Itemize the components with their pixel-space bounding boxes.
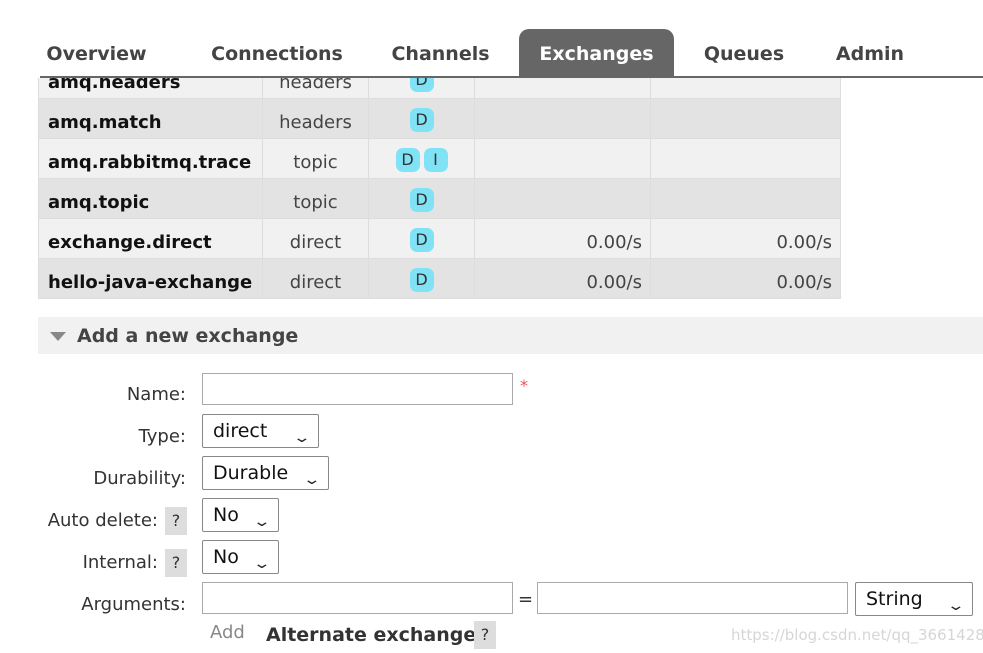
exchange-row: amq.match headers D — [38, 98, 841, 139]
exchange-features: D — [368, 218, 475, 259]
argument-value-input[interactable] — [537, 582, 848, 614]
exchange-type: headers — [262, 78, 369, 99]
exchange-type: direct — [262, 218, 369, 259]
add-exchange-section-toggle[interactable]: Add a new exchange — [38, 317, 983, 354]
internal-label: Internal: — [82, 552, 158, 573]
exchange-name-link[interactable]: exchange.direct — [38, 218, 263, 259]
main-tabs: Overview Connections Channels Exchanges … — [40, 29, 983, 78]
chevron-down-icon: ⌄ — [252, 556, 272, 572]
tab-overview[interactable]: Overview — [40, 29, 153, 76]
chevron-down-icon: ⌄ — [946, 598, 966, 614]
tab-channels[interactable]: Channels — [382, 29, 499, 76]
arguments-label: Arguments: — [81, 594, 186, 615]
tab-queues[interactable]: Queues — [696, 29, 792, 76]
chevron-down-icon: ⌄ — [302, 472, 322, 488]
exchange-features: DI — [368, 138, 475, 179]
auto-delete-select-value: No — [213, 504, 239, 526]
durability-select[interactable]: Durable ⌄ — [202, 456, 329, 490]
exchange-row: amq.headers headers D — [38, 78, 841, 99]
message-rate-in — [474, 178, 651, 219]
message-rate-out: 0.00/s — [650, 218, 841, 259]
message-rate-out: 0.00/s — [650, 258, 841, 299]
type-select[interactable]: direct ⌄ — [202, 414, 319, 448]
exchange-features: D — [368, 178, 475, 219]
exchange-features: D — [368, 98, 475, 139]
message-rate-out — [650, 138, 841, 179]
feature-badge: I — [423, 148, 448, 172]
name-input[interactable] — [202, 373, 513, 405]
exchange-name-link[interactable]: amq.topic — [38, 178, 263, 219]
tab-exchanges[interactable]: Exchanges — [519, 29, 674, 76]
internal-select[interactable]: No ⌄ — [202, 540, 279, 574]
argument-type-select[interactable]: String ⌄ — [855, 582, 973, 616]
type-select-value: direct — [213, 420, 268, 442]
exchange-name-link[interactable]: amq.match — [38, 98, 263, 139]
message-rate-out — [650, 78, 841, 99]
message-rate-out — [650, 178, 841, 219]
exchange-row: exchange.direct direct D 0.00/s 0.00/s — [38, 218, 841, 259]
exchange-type: headers — [262, 98, 369, 139]
alternate-exchange-link[interactable]: Alternate exchange — [266, 624, 476, 646]
name-label: Name: — [126, 384, 186, 405]
exchange-row: amq.rabbitmq.trace topic D I — [38, 138, 841, 179]
feature-badge: D — [409, 78, 434, 92]
alternate-exchange-help-button[interactable]: ? — [474, 621, 496, 649]
durability-select-value: Durable — [213, 462, 289, 484]
argument-type-select-value: String — [866, 588, 923, 610]
feature-badge: D — [409, 188, 434, 212]
auto-delete-help-button[interactable]: ? — [165, 507, 187, 535]
exchange-features: D — [368, 258, 475, 299]
feature-badge: D — [409, 108, 434, 132]
message-rate-out — [650, 98, 841, 139]
add-argument-link[interactable]: Add — [210, 622, 245, 643]
equals-sign: = — [518, 589, 534, 610]
watermark: https://blog.csdn.net/qq_36614280 — [731, 626, 983, 644]
exchanges-table: amq.headers headers Damq.match headers Damq.… — [38, 78, 841, 299]
auto-delete-label: Auto delete: — [47, 510, 158, 531]
tab-admin[interactable]: Admin — [824, 29, 916, 76]
required-marker: * — [520, 376, 528, 395]
internal-select-value: No — [213, 546, 239, 568]
type-label: Type: — [138, 426, 186, 447]
durability-label: Durability: — [93, 468, 186, 489]
message-rate-in — [474, 138, 651, 179]
collapse-triangle-icon — [50, 332, 66, 341]
internal-help-button[interactable]: ? — [165, 549, 187, 577]
exchange-type: direct — [262, 258, 369, 299]
chevron-down-icon: ⌄ — [252, 514, 272, 530]
feature-badge: D — [409, 228, 434, 252]
exchange-row: hello-java-exchange direct D 0.00/s 0.00/s — [38, 258, 841, 299]
feature-badge: D — [409, 268, 434, 292]
section-title: Add a new exchange — [77, 325, 299, 347]
argument-key-input[interactable] — [202, 582, 513, 614]
exchange-type: topic — [262, 178, 369, 219]
auto-delete-select[interactable]: No ⌄ — [202, 498, 279, 532]
exchange-name-link[interactable]: hello-java-exchange — [38, 258, 263, 299]
feature-badge: D — [395, 148, 420, 172]
tab-connections[interactable]: Connections — [204, 29, 350, 76]
exchange-row: amq.topic topic D — [38, 178, 841, 219]
message-rate-in — [474, 78, 651, 99]
message-rate-in — [474, 98, 651, 139]
exchange-name-link[interactable]: amq.rabbitmq.trace — [38, 138, 263, 179]
message-rate-in: 0.00/s — [474, 218, 651, 259]
exchange-type: topic — [262, 138, 369, 179]
message-rate-in: 0.00/s — [474, 258, 651, 299]
chevron-down-icon: ⌄ — [292, 430, 312, 446]
exchange-features: D — [368, 78, 475, 99]
exchange-name-link[interactable]: amq.headers — [38, 78, 263, 99]
